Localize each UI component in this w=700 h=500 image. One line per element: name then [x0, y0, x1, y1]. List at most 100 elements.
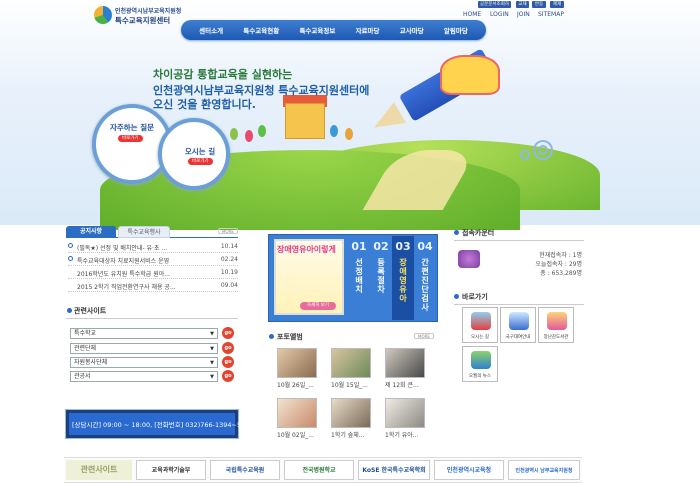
quick-link-news[interactable]: 오월의 뉴스 [462, 346, 498, 382]
quick-link-label: 국구대여안내 [505, 335, 531, 340]
directions-button[interactable]: 바로가기 [188, 158, 213, 165]
footer-logo-nambu[interactable]: 인천광역시 남부교육지원청 [508, 460, 580, 480]
photo-thumbnail[interactable] [385, 398, 425, 428]
tree-illustration [345, 128, 353, 140]
quick-links-title: 바로가기 [462, 293, 488, 301]
photo-caption[interactable]: 10월 15일_... [331, 380, 375, 389]
process-detail-button[interactable]: 자세히 보기 [300, 302, 336, 310]
rocket-icon [509, 312, 529, 330]
notice-date: 09.04 [220, 282, 238, 289]
site-logo[interactable]: 인천광역시남부교육지원청 특수교육지원센터 [94, 6, 184, 26]
nav-item-resources[interactable]: 자료마당 [356, 25, 380, 35]
faq-button[interactable]: 바로가기 [118, 135, 143, 142]
notice-more-button[interactable]: MORE [218, 228, 238, 234]
chevron-down-icon: ▼ [210, 331, 214, 337]
quick-link-label: 오월의 뉴스 [468, 374, 492, 379]
swirl-decoration [538, 145, 548, 155]
logo-mark-icon [94, 6, 112, 24]
bullet-icon [67, 308, 72, 313]
footer-logo-kose[interactable]: KoSE 한국특수교육학회 [358, 460, 430, 480]
photo-caption[interactable]: 1학기 숲체... [331, 430, 375, 439]
step-number: 01 [351, 240, 367, 253]
photo-caption[interactable]: 10월 26일_... [277, 380, 321, 389]
tree-illustration [245, 130, 253, 142]
process-step-3[interactable]: 03 장애영유아 [392, 236, 414, 320]
chevron-down-icon: ▼ [210, 346, 214, 352]
cube-icon [458, 250, 480, 268]
pill-link-2[interactable]: 교재 [516, 1, 529, 8]
contact-box: [상담시간] 09:00 ~ 18:00, [전화번호] 032)766-139… [66, 410, 241, 438]
pill-link-3[interactable]: 반응 [532, 1, 546, 8]
footer-logo-moe[interactable]: 교육과학기술부 [136, 460, 206, 480]
photo-caption[interactable]: 1학기 유아... [385, 430, 429, 439]
footer-label: 관련사이트 [66, 460, 132, 480]
notice-item[interactable]: (필독★) 선정 및 배치안내- 유·초 ... 10.14 [68, 240, 238, 253]
tree-illustration [258, 125, 266, 137]
related-title: 관련사이트 [74, 307, 107, 315]
select-volunteer[interactable]: 자원봉사단체 ▼ [70, 357, 218, 368]
nav-item-info[interactable]: 특수교육정보 [299, 25, 335, 35]
step-label: 장애영유아 [399, 258, 407, 303]
footer-logo-nise[interactable]: 국립특수교육원 [210, 460, 280, 480]
notice-item[interactable]: 특수교육대상자 치료지원서비스 운영 02.24 [68, 253, 238, 266]
tree-illustration [230, 128, 238, 140]
quick-link-toy-library[interactable]: 장난감도서관 [538, 307, 574, 343]
nav-item-teachers[interactable]: 교사마당 [400, 25, 424, 35]
go-button[interactable]: go [222, 327, 234, 339]
footer-logo-incheon-edu[interactable]: 인천광역시교육청 [434, 460, 504, 480]
sitemap-link[interactable]: SITEMAP [538, 11, 564, 18]
photo-album-title: 포토앨범 [277, 333, 303, 341]
tab-events[interactable]: 특수교육행사 [118, 226, 170, 238]
pill-link-4[interactable]: 제재 [550, 1, 564, 8]
tab-notice[interactable]: 공지사항 [66, 226, 116, 238]
logo-line2: 특수교육지원센터 [115, 16, 171, 25]
login-link[interactable]: LOGIN [490, 11, 509, 18]
quick-link-lending[interactable]: 국구대여안내 [500, 307, 536, 343]
photo-more-button[interactable]: MORE [414, 333, 434, 339]
go-button[interactable]: go [222, 370, 234, 382]
tree-illustration [330, 125, 338, 137]
nav-item-notices[interactable]: 알림마당 [444, 25, 468, 35]
banner-title-line1: 차이공감 통합교육을 실현하는 [153, 68, 293, 81]
go-button[interactable]: go [222, 356, 234, 368]
counter-today: 오늘접속자 : 29명 [535, 261, 582, 268]
photo-caption[interactable]: 10월 02일_... [277, 430, 321, 439]
notice-title[interactable]: 2016학년도 유치원 특수학급 원아... [77, 269, 197, 278]
select-value: 자원봉사단체 [74, 359, 108, 366]
photo-thumbnail[interactable] [277, 348, 317, 378]
pill-link-1[interactable]: 공문문서조회하기 [478, 1, 511, 14]
counter-total: 총 : 653,289명 [540, 270, 582, 277]
notice-title[interactable]: 2015 2학기 직업전환연구사 채용 공... [77, 282, 197, 291]
quick-link-directions[interactable]: 오시는 길 [462, 307, 498, 343]
select-special-schools[interactable]: 특수학교 ▼ [70, 328, 218, 339]
home-link[interactable]: HOME [463, 11, 481, 18]
photo-thumbnail[interactable] [277, 398, 317, 428]
nav-item-status[interactable]: 특수교육현황 [243, 25, 279, 35]
main-nav: 센터소개 특수교육현황 특수교육정보 자료마당 교사마당 알림마당 [181, 20, 486, 40]
car-icon [471, 312, 491, 330]
divider [454, 240, 584, 241]
toy-library-icon [547, 312, 567, 330]
photo-thumbnail[interactable] [331, 398, 371, 428]
divider [454, 304, 584, 305]
process-step-2[interactable]: 02 등록절차 [370, 236, 392, 320]
photo-thumbnail[interactable] [385, 348, 425, 378]
directions-circle[interactable]: 오시는 길 바로가기 [158, 118, 230, 190]
notice-title[interactable]: 특수교육대상자 치료지원서비스 운영 [77, 256, 197, 265]
photo-thumbnail[interactable] [331, 348, 371, 378]
process-step-4[interactable]: 04 간편진단검사 [414, 236, 436, 320]
footer-logo-hospital-school[interactable]: 전국병원학교 [284, 460, 354, 480]
swirl-decoration [520, 150, 530, 160]
photo-caption[interactable]: 제 12회 큰... [385, 380, 429, 389]
notice-item[interactable]: 2015 2학기 직업전환연구사 채용 공... 09.04 [68, 279, 238, 292]
select-government[interactable]: 관공서 ▼ [70, 371, 218, 382]
select-organizations[interactable]: 관련단체 ▼ [70, 343, 218, 354]
notice-item[interactable]: 2016학년도 유치원 특수학급 원아... 10.19 [68, 266, 238, 279]
go-button[interactable]: go [222, 342, 234, 354]
process-step-1[interactable]: 01 선정배치 [348, 236, 370, 320]
notice-title[interactable]: (필독★) 선정 및 배치안내- 유·초 ... [77, 243, 197, 252]
join-link[interactable]: JOIN [517, 11, 530, 18]
select-value: 특수학교 [74, 330, 97, 337]
nav-item-center[interactable]: 센터소개 [199, 25, 223, 35]
notice-date: 10.14 [220, 243, 238, 250]
